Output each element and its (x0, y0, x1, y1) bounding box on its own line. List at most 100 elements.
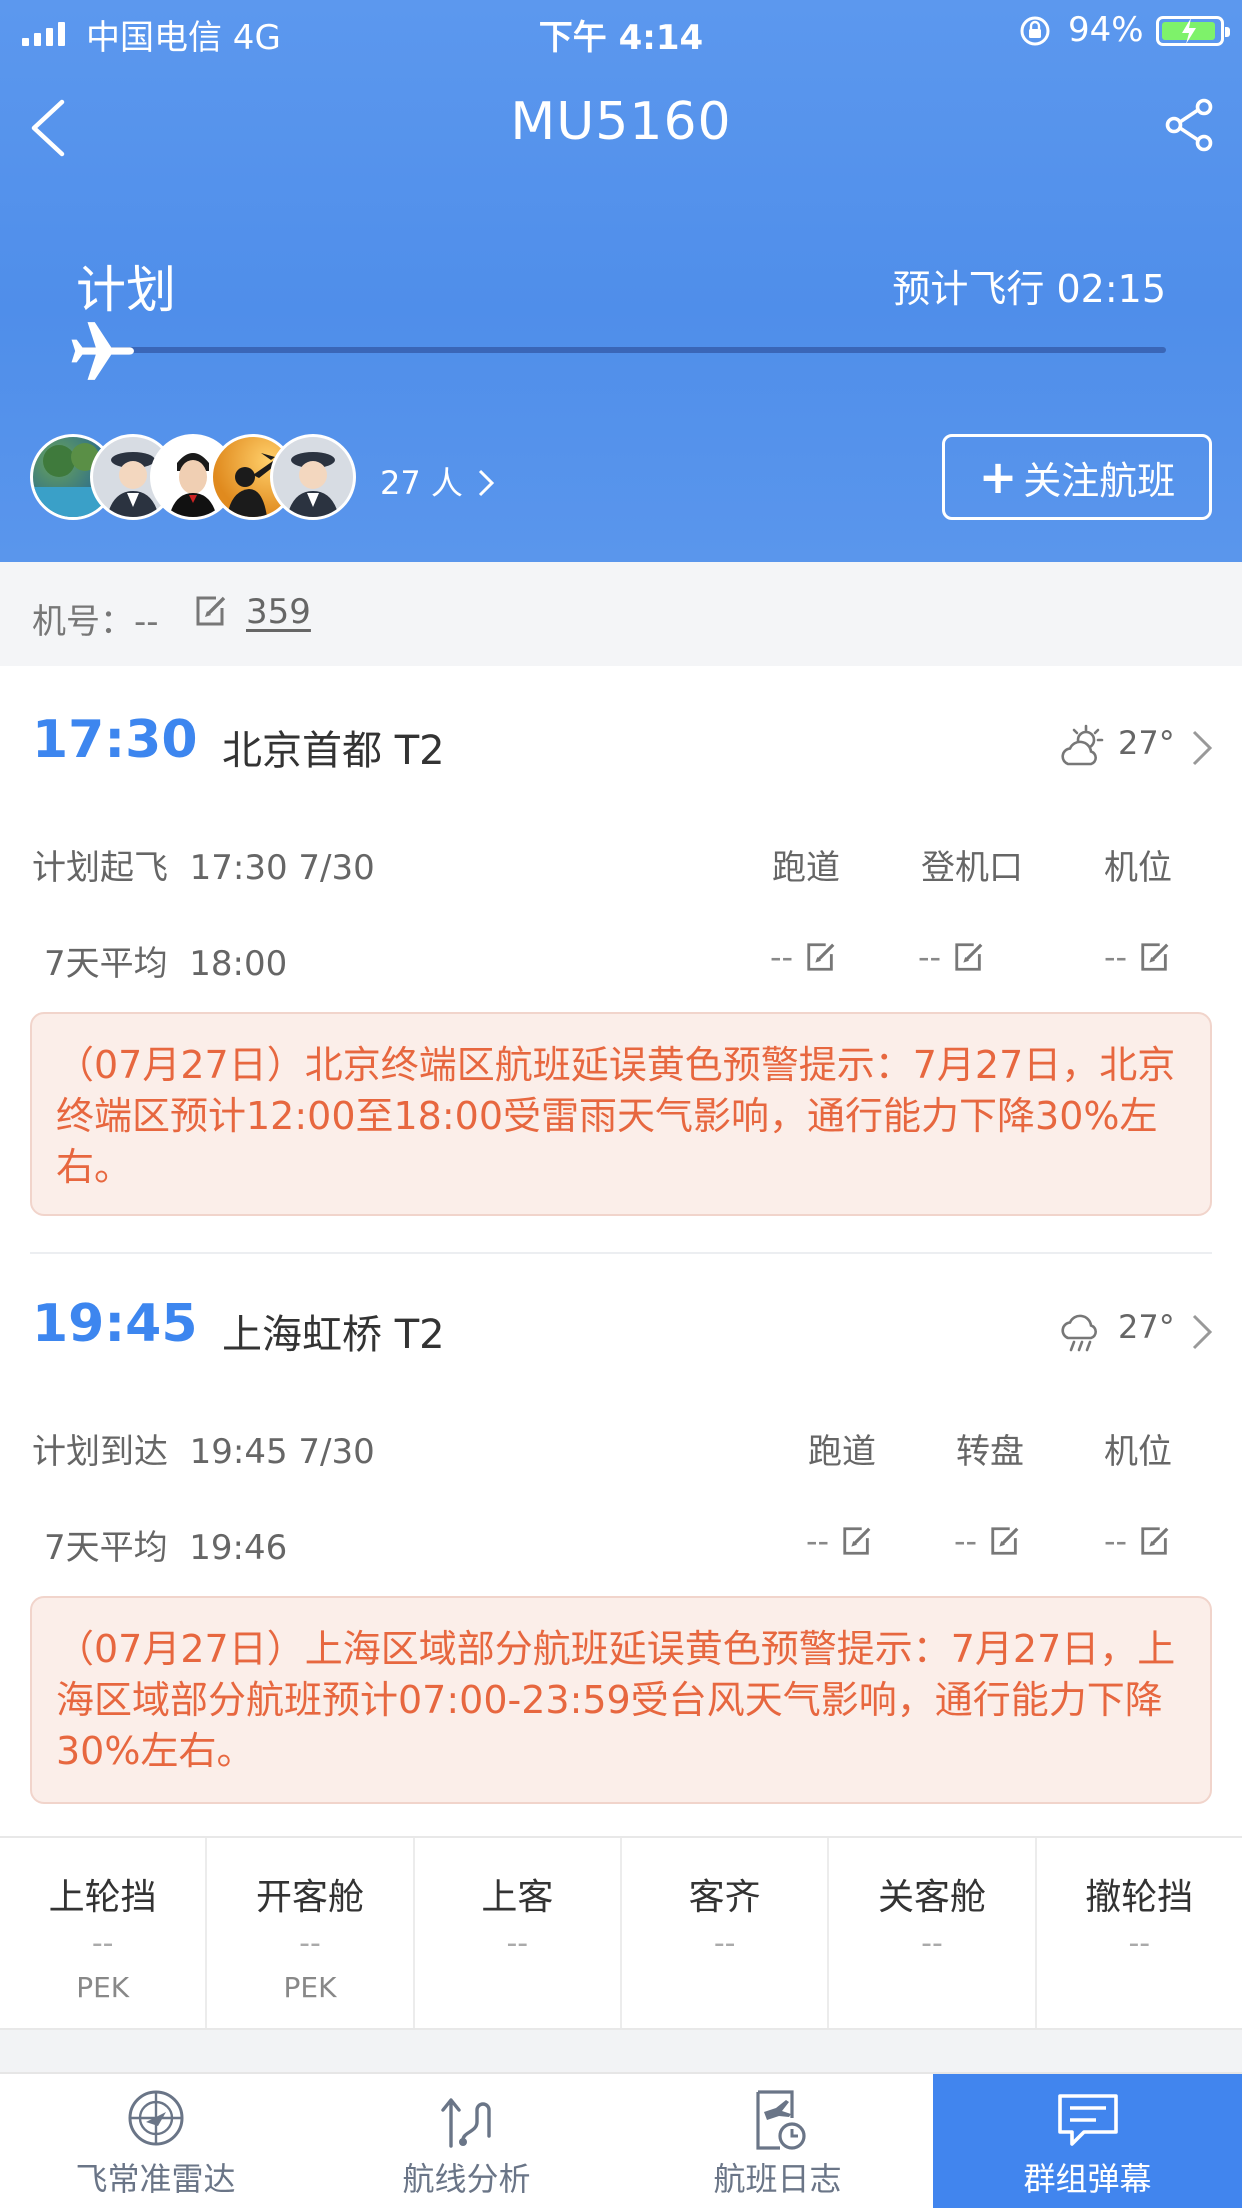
step-cabin-open: 开客舱 -- PEK (207, 1838, 415, 2028)
runway-header: 跑道 (772, 848, 840, 888)
gate-value[interactable]: -- (918, 938, 985, 976)
departure-airport[interactable]: 北京首都 T2 (222, 718, 445, 776)
tab-label: 航班日志 (713, 2160, 842, 2198)
step-name: 上轮挡 (48, 1877, 157, 1918)
arrival-airport[interactable]: 上海虹桥 T2 (222, 1302, 445, 1360)
scheduled-arrival-value: 19:45 7/30 (189, 1432, 375, 1472)
departure-temperature: 27° (1118, 724, 1175, 762)
baggage-carousel-header: 转盘 (956, 1432, 1024, 1472)
flight-log-icon (755, 2090, 806, 2150)
edit-icon[interactable] (1139, 1525, 1171, 1557)
seven-day-average: 7天平均 18:00 (44, 936, 287, 985)
tab-radar[interactable]: 飞常准雷达 (0, 2074, 311, 2208)
stand-text: -- (1104, 1522, 1128, 1560)
rotation-lock-icon (1020, 16, 1050, 46)
stand-text: -- (1104, 938, 1128, 976)
step-name: 开客舱 (255, 1877, 364, 1918)
runway-value[interactable]: -- (806, 1522, 873, 1560)
follow-button-label: 关注航班 (1023, 458, 1176, 503)
carousel-text: -- (954, 1522, 978, 1560)
status-bar: 中国电信 4G 下午 4:14 94% (0, 0, 1242, 60)
avg-label: 7天平均 (44, 1528, 168, 1568)
avg-label: 7天平均 (44, 944, 168, 984)
carousel-value[interactable]: -- (954, 1522, 1021, 1560)
follow-flight-button[interactable]: + 关注航班 (942, 434, 1212, 520)
aircraft-registration-bar: 机号：-- 359 (0, 562, 1242, 666)
rain-icon (1061, 1314, 1097, 1352)
arrival-temperature: 27° (1118, 1308, 1175, 1346)
seven-day-average: 7天平均 19:46 (44, 1520, 287, 1569)
runway-text: -- (806, 1522, 830, 1560)
stand-header: 机位 (1104, 1432, 1172, 1472)
step-value: -- (91, 1926, 114, 1961)
scheduled-departure: 计划起飞 17:30 7/30 (32, 840, 375, 889)
gate-text: -- (918, 938, 942, 976)
chat-icon (1057, 2094, 1118, 2146)
scheduled-arrival-label: 计划到达 (32, 1432, 168, 1472)
section-divider (30, 1252, 1212, 1254)
tab-label: 飞常准雷达 (75, 2160, 236, 2198)
airplane-icon (71, 322, 134, 380)
followers-count[interactable]: 27 人 (380, 458, 495, 504)
edit-icon[interactable] (841, 1525, 873, 1557)
runway-header: 跑道 (808, 1432, 876, 1472)
stand-value[interactable]: -- (1104, 938, 1171, 976)
edit-icon[interactable] (1139, 941, 1171, 973)
registration-count[interactable]: 359 (246, 592, 311, 632)
stand-header: 机位 (1104, 848, 1172, 888)
step-value: -- (506, 1926, 529, 1961)
avg-value: 19:46 (189, 1528, 288, 1568)
runway-text: -- (770, 938, 794, 976)
radar-icon (128, 2090, 183, 2146)
departure-time: 17:30 (32, 710, 198, 770)
step-value: -- (299, 1926, 321, 1961)
step-airport: PEK (76, 1971, 130, 2004)
step-name: 上客 (481, 1877, 554, 1918)
battery-percent: 94% (1068, 10, 1144, 50)
tab-group-chat[interactable]: 群组弹幕 (933, 2074, 1242, 2208)
edit-icon[interactable] (194, 594, 228, 628)
step-cabin-closed: 关客舱 -- (829, 1838, 1037, 2028)
tab-label: 群组弹幕 (1023, 2160, 1152, 2198)
route-icon (440, 2098, 491, 2148)
registration-label: 机号：-- (32, 602, 159, 642)
tab-route-analysis[interactable]: 航线分析 (311, 2074, 622, 2208)
gate-header: 登机口 (921, 848, 1023, 888)
battery-icon (1156, 16, 1230, 46)
flight-progress-bar (80, 347, 1166, 353)
step-boarding-complete: 客齐 -- (622, 1838, 830, 2028)
edit-icon[interactable] (953, 941, 985, 973)
scheduled-departure-value: 17:30 7/30 (189, 848, 375, 888)
ground-status-grid: 上轮挡 -- PEK 开客舱 -- PEK 上客 -- 客齐 -- 关客舱 --… (0, 1836, 1242, 2030)
stand-value[interactable]: -- (1104, 1522, 1171, 1560)
chevron-right-icon[interactable] (1190, 1312, 1214, 1352)
step-name: 撤轮挡 (1085, 1877, 1194, 1918)
runway-value[interactable]: -- (770, 938, 837, 976)
avatar[interactable] (270, 434, 356, 520)
status-time: 下午 4:14 (538, 18, 704, 58)
flight-header: 中国电信 4G 下午 4:14 94% MU5160 计划 预计飞行 02:15 (0, 0, 1242, 562)
tab-flight-log[interactable]: 航班日志 (622, 2074, 933, 2208)
edit-icon[interactable] (805, 941, 837, 973)
scheduled-arrival: 计划到达 19:45 7/30 (32, 1424, 375, 1473)
bottom-tab-bar: 飞常准雷达 航线分析 航班日志 群组弹幕 (0, 2072, 1242, 2208)
step-value: -- (713, 1926, 736, 1961)
chevron-right-icon[interactable] (1190, 728, 1214, 768)
edit-icon[interactable] (989, 1525, 1021, 1557)
step-value: -- (921, 1926, 943, 1961)
follower-avatars[interactable] (30, 434, 360, 520)
step-chocks-off: 撤轮挡 -- (1037, 1838, 1242, 2028)
avg-value: 18:00 (189, 944, 288, 984)
estimated-duration: 预计飞行 02:15 (892, 267, 1166, 311)
step-boarding: 上客 -- (415, 1838, 622, 2028)
flight-details: 17:30 北京首都 T2 27° 计划起飞 17:30 7/30 跑道 登机口… (0, 666, 1242, 1836)
scheduled-departure-label: 计划起飞 (32, 848, 168, 888)
chevron-right-icon (479, 469, 495, 497)
plus-icon: + (978, 450, 1018, 504)
tab-label: 航线分析 (402, 2160, 531, 2198)
step-airport: PEK (283, 1971, 337, 2004)
share-icon[interactable] (1164, 98, 1216, 152)
step-name: 关客舱 (877, 1877, 986, 1918)
page-title: MU5160 (510, 92, 732, 152)
arrival-delay-alert: （07月27日）上海区域部分航班延误黄色预警提示：7月27日，上海区域部分航班预… (30, 1596, 1212, 1804)
